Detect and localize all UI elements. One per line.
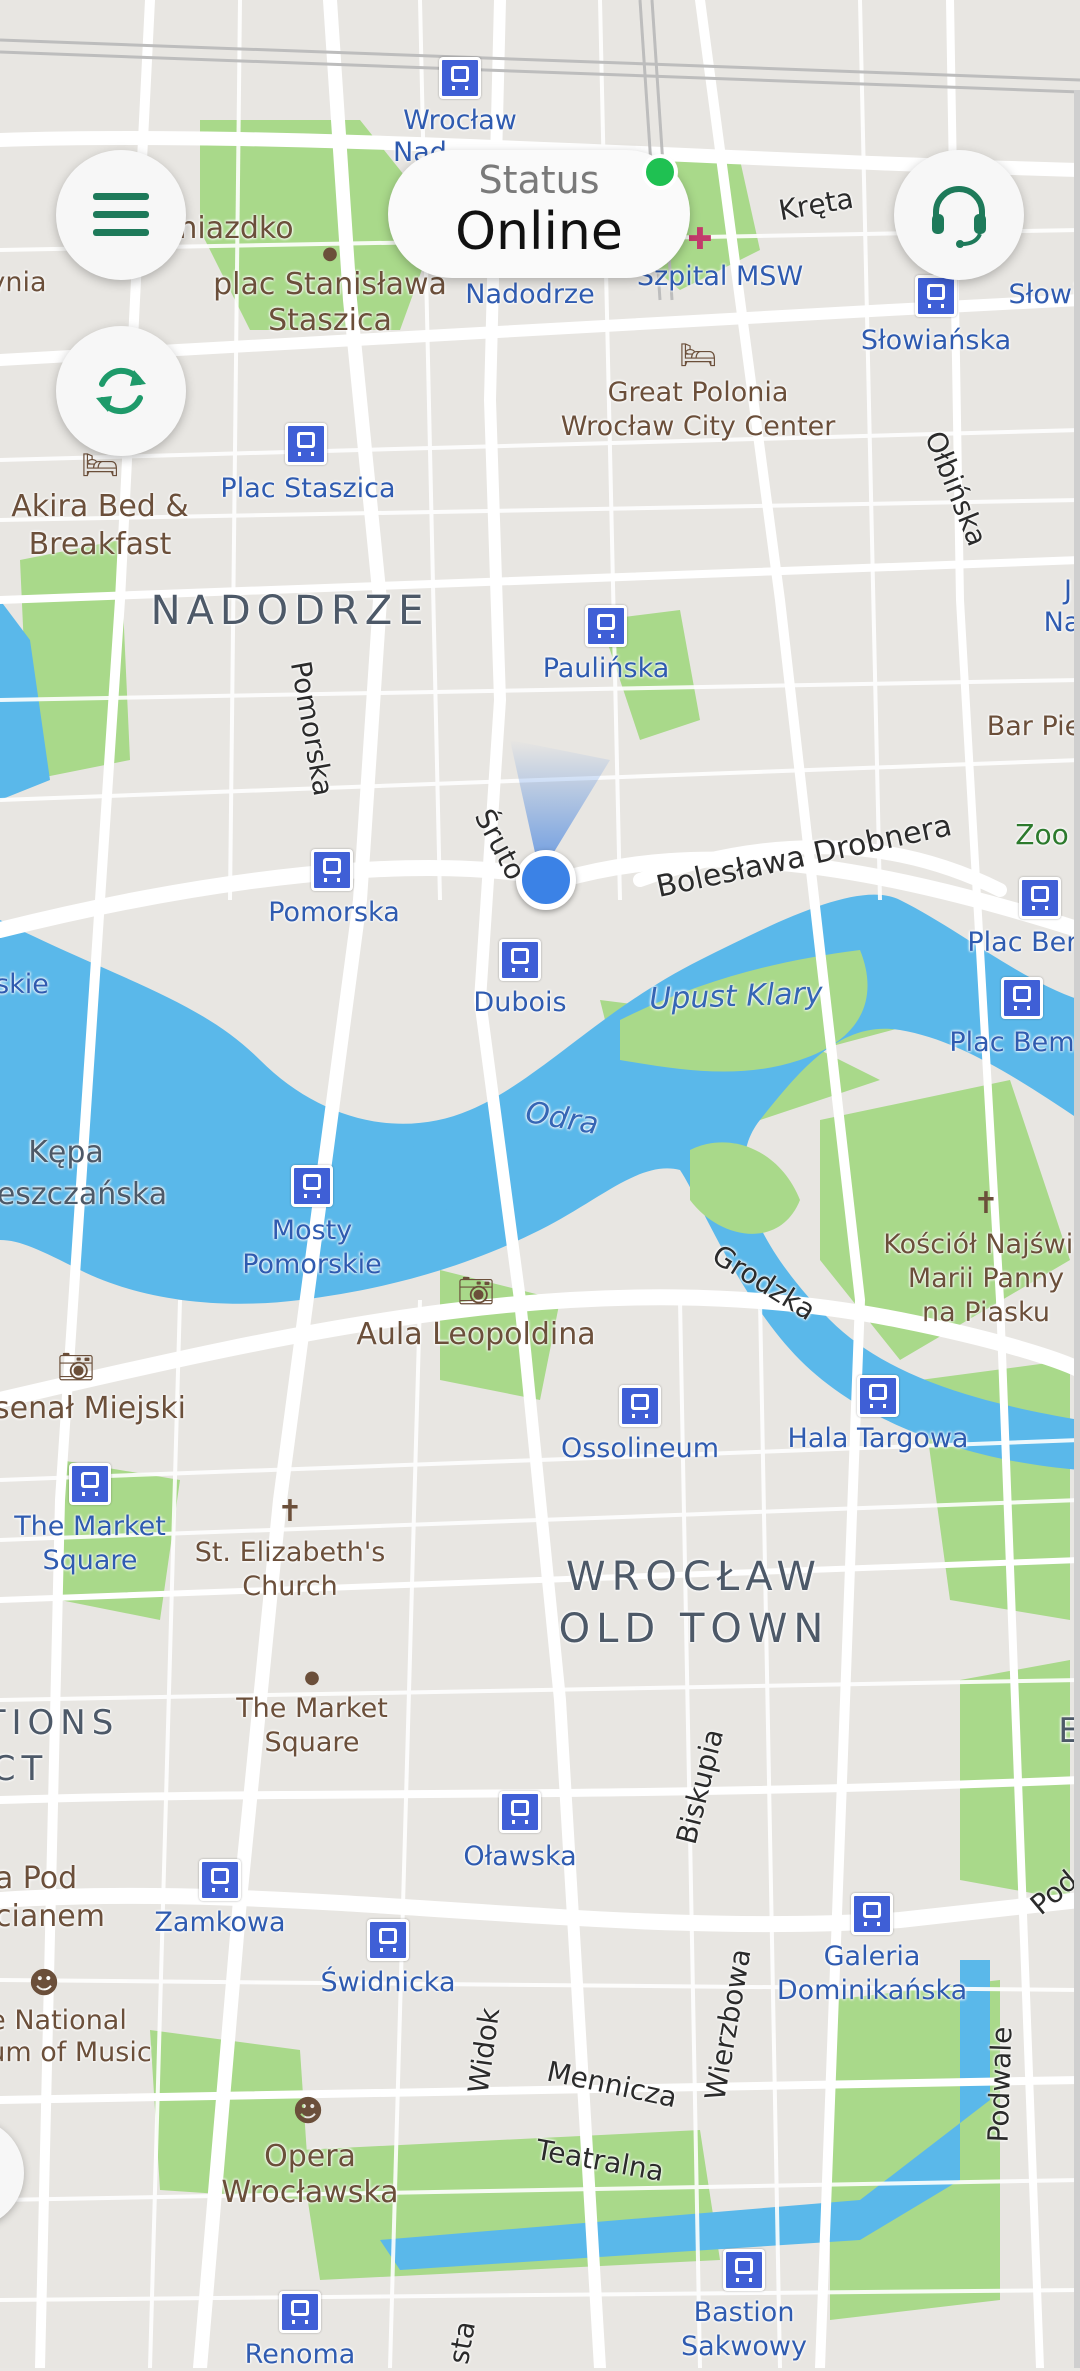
place-label: Wrocław City Center — [560, 411, 836, 442]
place-label: Paulińska — [542, 653, 670, 684]
tram-stop-icon[interactable] — [1001, 977, 1043, 1019]
theater-icon[interactable]: ☻ — [292, 2097, 323, 2127]
place-label: J — [1064, 575, 1072, 606]
place-label: Mosty — [271, 1215, 353, 1246]
tram-stop-icon[interactable] — [619, 1385, 661, 1427]
hamburger-menu-icon — [93, 193, 149, 236]
district-label: WROCŁAW — [566, 1554, 822, 1600]
place-label: Nadodrze — [465, 279, 595, 310]
place-label: Oławska — [463, 1841, 577, 1872]
place-label: Renoma — [244, 2339, 356, 2370]
place-label: Pomorskie — [242, 1249, 382, 1280]
point-marker-icon[interactable]: ● — [322, 239, 338, 269]
place-label: Dubois — [473, 987, 567, 1018]
camera-icon[interactable]: 📷︎ — [57, 1353, 95, 1383]
place-label: Słowiańska — [860, 325, 1012, 356]
tram-stop-icon[interactable] — [279, 2291, 321, 2333]
place-label: ynia — [0, 267, 47, 298]
place-label: Great Polonia — [607, 377, 789, 408]
place-label: Pomorska — [268, 897, 400, 928]
hospital-icon[interactable]: ✚ — [687, 225, 712, 255]
place-label: um of Music — [0, 2037, 152, 2068]
district-label: OLD TOWN — [558, 1606, 830, 1652]
tram-stop-icon[interactable] — [367, 1919, 409, 1961]
tram-stop-icon[interactable] — [69, 1463, 111, 1505]
place-label: plac Stanisława — [213, 267, 447, 302]
place-label: Bastion — [693, 2297, 795, 2328]
tram-stop-icon[interactable] — [851, 1893, 893, 1935]
tram-stop-icon[interactable] — [291, 1165, 333, 1207]
place-label: Kościół Najświętsz — [883, 1229, 1080, 1260]
tram-stop-icon[interactable] — [585, 605, 627, 647]
place-label: niazdko — [178, 211, 294, 246]
district-label: NADODRZE — [150, 588, 430, 634]
place-label: Świdnicka — [320, 1967, 456, 1998]
tram-stop-icon[interactable] — [1019, 877, 1061, 919]
place-label: Sakwowy — [681, 2331, 807, 2362]
place-label: Plac Bem — [967, 927, 1080, 958]
tram-stop-icon[interactable] — [723, 2249, 765, 2291]
tram-stop-icon[interactable] — [857, 1375, 899, 1417]
status-indicator[interactable]: Status Online — [388, 150, 690, 278]
tram-stop-icon[interactable] — [199, 1859, 241, 1901]
place-label: Dominikańska — [776, 1975, 968, 2006]
tram-stop-icon[interactable] — [439, 57, 481, 99]
place-label: Opera — [264, 2139, 356, 2174]
place-label: cianem — [0, 1899, 105, 1934]
place-label: Bar Pie — [986, 711, 1080, 742]
place-label: Square — [42, 1545, 138, 1576]
place-label: e National — [0, 2005, 127, 2036]
place-label: Hala Targowa — [787, 1423, 969, 1454]
place-label: Wrocławska — [221, 2175, 399, 2210]
place-label: Słowi — [1008, 279, 1080, 310]
status-value: Online — [455, 202, 623, 262]
place-label: na Piasku — [922, 1297, 1050, 1328]
district-label: CT — [0, 1749, 49, 1789]
place-label: The Market — [236, 1693, 388, 1724]
menu-button[interactable] — [56, 150, 186, 280]
place-label: St. Elizabeth's — [194, 1537, 386, 1568]
place-label: Zamkowa — [154, 1907, 286, 1938]
headset-icon — [932, 186, 986, 248]
tram-stop-icon[interactable] — [499, 1791, 541, 1833]
place-label: Plac Bem — [949, 1027, 1075, 1058]
water-label: Upust Klary — [648, 975, 824, 1018]
place-label: Aula Leopoldina — [356, 1317, 596, 1352]
church-icon[interactable]: ✝ — [277, 1497, 302, 1527]
point-marker-icon[interactable]: ● — [304, 1663, 320, 1693]
hotel-icon[interactable]: 🛏︎ — [679, 341, 717, 371]
theater-icon[interactable]: ☻ — [28, 1969, 59, 1999]
place-label: Plac Staszica — [220, 473, 396, 504]
place-label: Akira Bed & — [11, 489, 189, 524]
place-label: skie — [0, 969, 49, 1000]
refresh-icon — [96, 367, 146, 415]
church-icon[interactable]: ✝ — [973, 1189, 998, 1219]
place-label: The Market — [14, 1511, 166, 1542]
support-button[interactable] — [894, 150, 1024, 280]
online-status-dot — [642, 154, 678, 190]
place-label: Zoo — [1015, 818, 1069, 851]
place-label: Staszica — [268, 303, 392, 338]
place-label: Galeria — [823, 1941, 921, 1972]
place-label: Wrocław — [403, 105, 517, 136]
place-label: Kępa — [28, 1135, 104, 1170]
refresh-button[interactable] — [56, 326, 186, 456]
street-label: Podwale — [981, 2026, 1019, 2143]
place-label: Church — [242, 1571, 338, 1602]
place-label: eszczańska — [0, 1177, 168, 1212]
place-label: Breakfast — [28, 527, 172, 562]
place-label: Ossolineum — [560, 1433, 720, 1464]
place-label: senał Miejski — [0, 1391, 186, 1426]
place-label: Marii Panny — [907, 1263, 1065, 1294]
tram-stop-icon[interactable] — [499, 939, 541, 981]
tram-stop-icon[interactable] — [311, 849, 353, 891]
place-label: Square — [264, 1727, 360, 1758]
tram-stop-icon[interactable] — [285, 423, 327, 465]
tram-stop-icon[interactable] — [915, 275, 957, 317]
place-label: a Pod — [0, 1861, 78, 1896]
camera-icon[interactable]: 📷︎ — [457, 1277, 495, 1307]
district-label: TIONS — [0, 1703, 120, 1743]
map-edge-scrollbar — [1074, 90, 1080, 2368]
